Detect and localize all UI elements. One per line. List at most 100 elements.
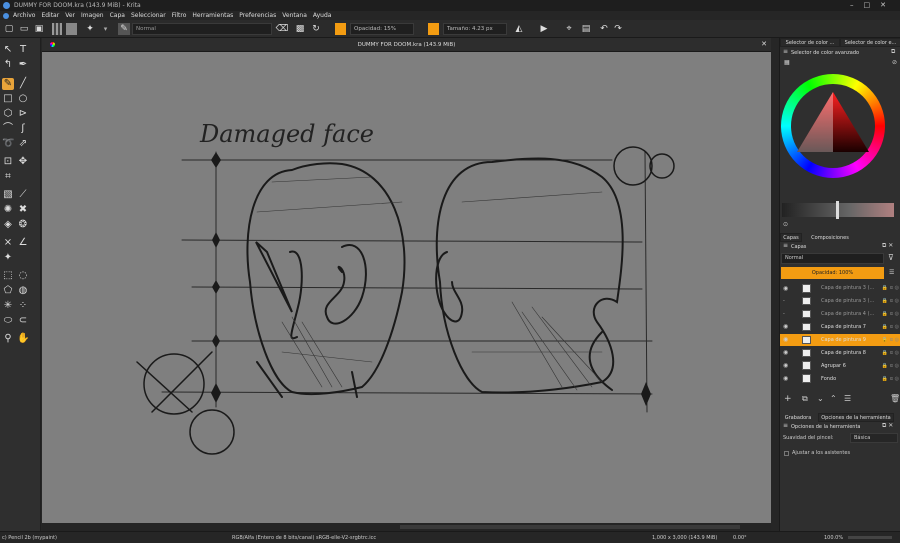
freehand-path-tool-icon[interactable]: ʃ [17, 123, 29, 135]
move-tool-icon[interactable]: ✥ [17, 156, 29, 168]
layer-properties-icon[interactable]: ☰ [889, 269, 894, 276]
color-reset-icon[interactable]: ⊘ [892, 59, 897, 66]
visibility-eye-icon[interactable]: ◉ [783, 285, 788, 292]
brush-preset-icon[interactable]: ✦ [84, 23, 96, 35]
similar-select-tool-icon[interactable]: ⁘ [17, 300, 29, 312]
tool-options-menu-icon[interactable]: ≡ [783, 422, 788, 429]
color-history-icon[interactable]: ⊙ [783, 221, 788, 228]
new-document-icon[interactable]: ▢ [4, 23, 14, 35]
menu-capa[interactable]: Capa [110, 12, 125, 19]
document-tab[interactable]: DUMMY FOR DOOM.kra (143.9 MiB) ✕ [42, 38, 771, 52]
preserve-alpha-icon[interactable]: ▩ [294, 23, 306, 35]
tab-color-selector-2[interactable]: Selector de color e... [840, 38, 900, 47]
brush-edit-icon[interactable]: ▾ [100, 23, 111, 35]
tab-recorder[interactable]: Grabadora [780, 413, 816, 422]
crop-tool-icon[interactable]: ⌗ [2, 171, 14, 183]
color-triangle[interactable] [781, 74, 885, 178]
menu-herramientas[interactable]: Herramientas [192, 12, 233, 19]
size-slider[interactable]: Tamaño: 4.23 px [443, 23, 507, 35]
transform-tool-icon[interactable]: ⊡ [2, 156, 14, 168]
layer-flags-icon[interactable]: 🔒 α ◎ [882, 285, 899, 291]
bezier-tool-icon[interactable]: ⌒ [2, 123, 14, 135]
layers-menu-icon[interactable]: ≡ [783, 242, 788, 249]
menu-editar[interactable]: Editar [41, 12, 59, 19]
rect-select-tool-icon[interactable]: ⬚ [2, 270, 14, 282]
multibrush-tool-icon[interactable]: ⇗ [17, 138, 29, 150]
layer-row[interactable]: · Capa de pintura 3 (... 🔒 α ◎ [780, 295, 900, 308]
visibility-eye-icon[interactable]: · [783, 311, 785, 318]
float-panel-icon[interactable]: ⧉ [891, 48, 895, 56]
dynamic-brush-tool-icon[interactable]: ➰ [2, 138, 14, 150]
layer-flags-icon[interactable]: 🔒 α ◎ [882, 298, 899, 304]
smoothing-select[interactable]: Básica [850, 433, 898, 443]
layer-row[interactable]: ◉ Agrupar 6 🔒 α ◎ [780, 359, 900, 372]
add-layer-icon[interactable]: + [784, 394, 792, 404]
tab-color-selector-1[interactable]: Selector de color ... [780, 38, 840, 47]
move-layer-down-icon[interactable]: ⌄ [817, 394, 824, 403]
pan-tool-icon[interactable]: ✋ [17, 333, 29, 345]
visibility-eye-icon[interactable]: ◉ [783, 375, 788, 382]
menu-preferencias[interactable]: Preferencias [239, 12, 276, 19]
menu-filtro[interactable]: Filtro [172, 12, 187, 19]
rectangle-tool-icon[interactable]: □ [2, 93, 14, 105]
mirror-horizontal-icon[interactable]: ◭ [513, 23, 525, 35]
move-layer-up-icon[interactable]: ⌃ [830, 394, 837, 403]
visibility-eye-icon[interactable]: ◉ [783, 336, 788, 343]
layer-flags-icon[interactable]: 🔒 α ◎ [882, 324, 899, 330]
size-color-swatch[interactable] [428, 23, 439, 35]
text-tool-icon[interactable]: T [17, 44, 29, 56]
blend-mode-select[interactable]: Normal [132, 23, 272, 35]
freehand-select-tool-icon[interactable]: ◍ [17, 285, 29, 297]
ellipse-tool-icon[interactable]: ○ [17, 93, 29, 105]
duplicate-layer-icon[interactable]: ⧉ [802, 394, 808, 404]
reference-images-tool-icon[interactable]: ✦ [2, 252, 14, 264]
magnetic-select-tool-icon[interactable]: ⊂ [17, 315, 29, 327]
eraser-icon[interactable]: ⌫ [276, 23, 289, 35]
opacity-slider[interactable]: Opacidad: 15% [350, 23, 414, 35]
pattern-icon[interactable] [66, 23, 77, 35]
save-icon[interactable]: ▣ [34, 23, 44, 35]
layer-row[interactable]: ◉ Capa de pintura 9 🔒 α ◎ [780, 333, 900, 347]
layer-flags-icon[interactable]: 🔒 α ◎ [882, 376, 899, 382]
menu-seleccionar[interactable]: Seleccionar [131, 12, 166, 19]
ellipse-select-tool-icon[interactable]: ◌ [17, 270, 29, 282]
colorize-mask-tool-icon[interactable]: ✺ [2, 204, 14, 216]
menu-ayuda[interactable]: Ayuda [313, 12, 332, 19]
layer-row[interactable]: ◉ Capa de pintura 3 (... 🔒 α ◎ [780, 282, 900, 295]
visibility-eye-icon[interactable]: · [783, 298, 785, 305]
layers-float-icon[interactable]: ⧉ ✕ [882, 242, 893, 250]
line-tool-icon[interactable]: ╱ [17, 78, 29, 90]
panel-menu-icon[interactable]: ≡ [783, 48, 788, 55]
canvas-only-icon[interactable]: ▤ [580, 23, 592, 35]
open-document-icon[interactable]: ▭ [19, 23, 29, 35]
snap-checkbox[interactable] [784, 451, 789, 456]
assistant-tool-icon[interactable]: ⨯ [2, 237, 14, 249]
tab-layers[interactable]: Capas [780, 233, 802, 242]
tool-options-float-icon[interactable]: ⧉ ✕ [882, 422, 893, 430]
layer-opacity-slider[interactable]: Opacidad: 100% [781, 267, 884, 279]
mirror-vertical-icon[interactable]: ▶ [538, 23, 550, 35]
layer-flags-icon[interactable]: 🔒 α ◎ [882, 337, 899, 343]
color-settings-icon[interactable]: ▦ [784, 59, 790, 66]
menu-ver[interactable]: Ver [65, 12, 75, 19]
fill-tool-icon[interactable]: ◈ [2, 219, 14, 231]
menu-archivo[interactable]: Archivo [13, 12, 35, 19]
horizontal-scroll-thumb[interactable] [400, 525, 740, 529]
gradient-icon[interactable] [52, 23, 62, 35]
status-zoom[interactable]: 100.0% [824, 535, 843, 541]
polygon-select-tool-icon[interactable]: ⬠ [2, 285, 14, 297]
vertical-scrollbar[interactable] [771, 38, 779, 523]
layer-row[interactable]: ◉ Capa de pintura 7 🔒 α ◎ [780, 321, 900, 334]
visibility-eye-icon[interactable]: ◉ [783, 323, 788, 330]
freehand-brush-tool-icon[interactable]: ✎ [2, 78, 14, 90]
polygon-tool-icon[interactable]: ⬡ [2, 108, 14, 120]
undo-icon[interactable]: ↶ [598, 23, 610, 35]
zoom-slider[interactable] [848, 536, 892, 539]
visibility-eye-icon[interactable]: ◉ [783, 349, 788, 356]
layer-flags-icon[interactable]: 🔒 α ◎ [882, 350, 899, 356]
layer-row[interactable]: ◉ Capa de pintura 8 🔒 α ◎ [780, 347, 900, 360]
layer-row[interactable]: · Capa de pintura 4 (... 🔒 α ◎ [780, 308, 900, 321]
layer-blend-select[interactable]: Normal [781, 253, 884, 264]
layer-menu-icon[interactable]: ☰ [844, 394, 851, 403]
polyline-tool-icon[interactable]: ⊳ [17, 108, 29, 120]
